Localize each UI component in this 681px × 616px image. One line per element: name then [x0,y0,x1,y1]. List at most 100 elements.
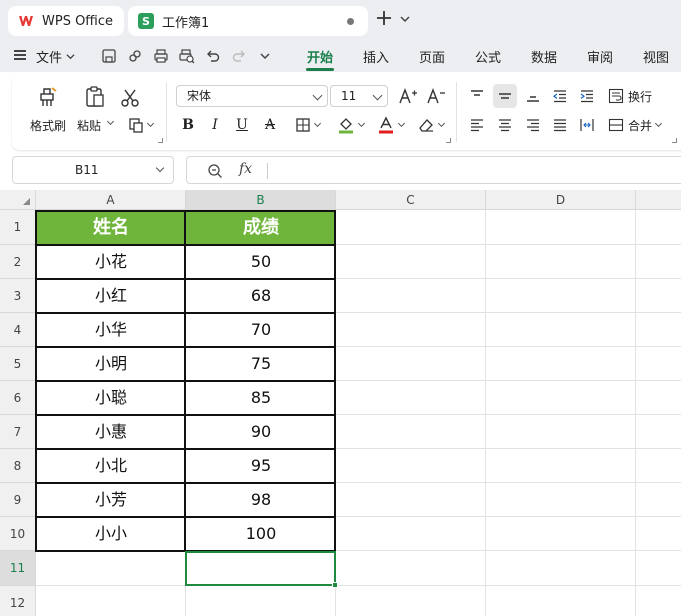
decrease-font-size-button[interactable] [424,86,448,106]
row-header-1[interactable]: 1 [0,210,36,245]
zoom-search-icon[interactable] [207,163,223,179]
row-header-7[interactable]: 7 [0,415,36,449]
align-center-button[interactable] [494,115,516,135]
cell-b5[interactable]: 75 [186,347,336,381]
cell-a2[interactable]: 小花 [36,245,186,279]
row-header-9[interactable]: 9 [0,483,36,517]
column-header-d[interactable]: D [486,190,636,210]
justify-button[interactable] [549,115,571,135]
cell-b1[interactable]: 成绩 [186,210,336,245]
tab-insert[interactable]: 插入 [363,47,389,66]
spreadsheet-grid[interactable]: A B C D 1 2 3 4 5 6 7 8 9 10 11 12 姓名 成绩… [0,190,681,616]
column-header-a[interactable]: A [36,190,186,210]
print-preview-button[interactable] [178,46,196,66]
undo-button[interactable] [204,46,222,66]
row-header-12[interactable]: 12 [0,586,36,616]
align-bottom-button[interactable] [522,86,544,106]
tab-formulas[interactable]: 公式 [475,47,501,66]
increase-indent-button[interactable] [576,86,598,106]
active-cell-b11[interactable] [185,551,336,586]
cell-b6[interactable]: 85 [186,381,336,415]
column-header-e[interactable] [636,190,681,210]
row-header-10[interactable]: 10 [0,517,36,551]
cut-button[interactable] [118,86,142,110]
distributed-align-button[interactable] [576,115,598,135]
underline-button[interactable]: U [232,114,252,136]
align-left-button[interactable] [466,115,488,135]
unsaved-dot-icon[interactable] [347,18,354,25]
tab-wps-home[interactable]: WPS Office [8,6,124,36]
bold-button[interactable]: B [178,114,198,136]
file-menu[interactable]: 文件 [36,47,75,66]
save-button[interactable] [100,46,118,66]
align-right-button[interactable] [522,115,544,135]
quick-access-more[interactable] [256,46,274,66]
cell-a5[interactable]: 小明 [36,347,186,381]
cell-a4[interactable]: 小华 [36,313,186,347]
column-header-b[interactable]: B [186,190,336,210]
hamburger-menu-icon[interactable] [14,50,26,60]
row-header-11[interactable]: 11 [0,551,36,586]
row-header-6[interactable]: 6 [0,381,36,415]
paste-label[interactable]: 粘贴 [77,117,101,134]
cell-a3[interactable]: 小红 [36,279,186,313]
cell-a10[interactable]: 小小 [36,517,186,551]
italic-button[interactable]: I [205,114,225,136]
font-size-select[interactable]: 11 [330,85,388,107]
cell-b3[interactable]: 68 [186,279,336,313]
paste-dropdown-icon[interactable] [106,117,115,126]
tab-data[interactable]: 数据 [531,47,557,66]
cell-b7[interactable]: 90 [186,415,336,449]
align-top-button[interactable] [466,86,488,106]
export-pdf-button[interactable] [126,46,144,66]
font-family-select[interactable]: 宋体 [176,85,328,107]
wrap-text-button[interactable]: 换行 [608,86,664,106]
cell-a6[interactable]: 小聪 [36,381,186,415]
tab-home[interactable]: 开始 [307,47,333,66]
align-middle-button[interactable] [493,84,517,108]
increase-font-size-button[interactable] [396,86,420,106]
cell-b8[interactable]: 95 [186,449,336,483]
fill-color-button[interactable] [332,114,368,136]
row-header-8[interactable]: 8 [0,449,36,483]
formula-bar[interactable]: fx [186,156,681,184]
function-wizard-button[interactable]: fx [239,161,252,177]
name-box[interactable]: B11 [12,156,174,184]
clear-format-button[interactable] [412,114,448,136]
font-color-button[interactable] [372,114,408,136]
cell-a7[interactable]: 小惠 [36,415,186,449]
tab-page[interactable]: 页面 [419,47,445,66]
clipboard-dialog-launcher[interactable] [158,138,163,143]
copy-button[interactable] [122,114,158,136]
new-tab-button[interactable] [376,9,392,29]
borders-button[interactable] [290,114,324,136]
row-header-2[interactable]: 2 [0,245,36,279]
row-header-3[interactable]: 3 [0,279,36,313]
fill-handle[interactable] [332,582,338,588]
cell-b9[interactable]: 98 [186,483,336,517]
merge-cells-button[interactable]: 合并 [608,115,668,135]
alignment-dialog-launcher[interactable] [672,138,677,143]
tab-review[interactable]: 审阅 [587,47,613,66]
strikethrough-button[interactable]: A [260,114,280,136]
paste-button[interactable] [80,84,110,110]
tab-list-dropdown[interactable] [400,13,410,28]
tab-workbook[interactable]: S 工作簿1 [128,6,368,36]
chevron-down-icon[interactable] [155,163,165,173]
tab-view[interactable]: 视图 [643,47,669,66]
cell-a9[interactable]: 小芳 [36,483,186,517]
column-header-c[interactable]: C [336,190,486,210]
cell-b2[interactable]: 50 [186,245,336,279]
row-header-5[interactable]: 5 [0,347,36,381]
format-painter-button[interactable] [32,84,62,110]
font-dialog-launcher[interactable] [446,138,451,143]
redo-button[interactable] [230,46,248,66]
print-button[interactable] [152,46,170,66]
cell-b4[interactable]: 70 [186,313,336,347]
cell-a1[interactable]: 姓名 [36,210,186,245]
row-header-4[interactable]: 4 [0,313,36,347]
cell-a8[interactable]: 小北 [36,449,186,483]
select-all-button[interactable] [0,190,36,210]
cell-b10[interactable]: 100 [186,517,336,551]
decrease-indent-button[interactable] [549,86,571,106]
